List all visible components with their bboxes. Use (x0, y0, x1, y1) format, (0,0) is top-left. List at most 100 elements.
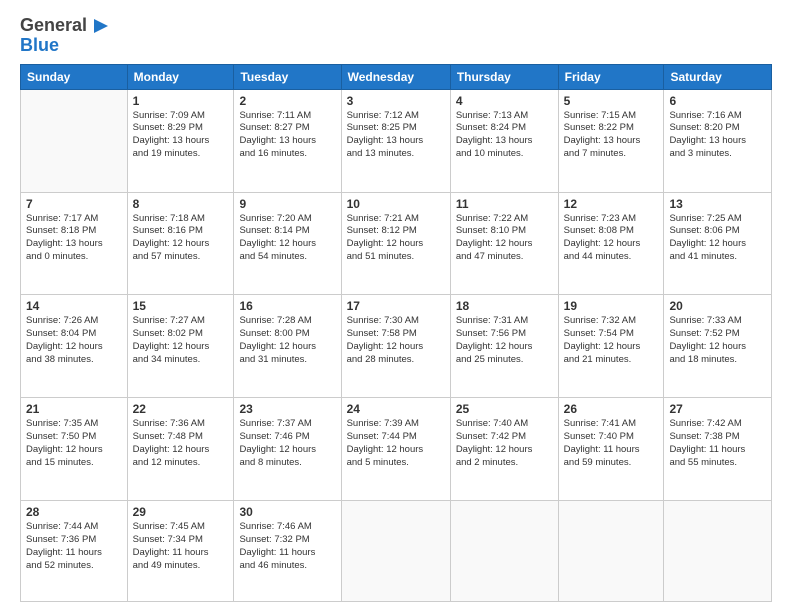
day-number: 3 (347, 94, 445, 108)
day-info: Sunrise: 7:42 AM Sunset: 7:38 PM Dayligh… (669, 418, 766, 469)
day-number: 17 (347, 299, 445, 313)
day-number: 20 (669, 299, 766, 313)
day-info: Sunrise: 7:46 AM Sunset: 7:32 PM Dayligh… (239, 521, 335, 572)
header-monday: Monday (127, 64, 234, 89)
table-row: 16 Sunrise: 7:28 AM Sunset: 8:00 PM Dayli… (234, 295, 341, 398)
day-number: 12 (564, 197, 659, 211)
day-number: 28 (26, 505, 122, 519)
day-number: 7 (26, 197, 122, 211)
table-row: 9 Sunrise: 7:20 AM Sunset: 8:14 PM Daylig… (234, 192, 341, 295)
day-info: Sunrise: 7:33 AM Sunset: 7:52 PM Dayligh… (669, 315, 766, 366)
day-number: 26 (564, 402, 659, 416)
day-number: 19 (564, 299, 659, 313)
day-info: Sunrise: 7:23 AM Sunset: 8:08 PM Dayligh… (564, 213, 659, 264)
table-row: 3 Sunrise: 7:12 AM Sunset: 8:25 PM Daylig… (341, 89, 450, 192)
day-info: Sunrise: 7:35 AM Sunset: 7:50 PM Dayligh… (26, 418, 122, 469)
header-wednesday: Wednesday (341, 64, 450, 89)
day-number: 2 (239, 94, 335, 108)
table-row (450, 501, 558, 602)
day-number: 24 (347, 402, 445, 416)
table-row: 26 Sunrise: 7:41 AM Sunset: 7:40 PM Dayli… (558, 398, 664, 501)
day-number: 1 (133, 94, 229, 108)
table-row: 5Sunrise: 7:15 AM Sunset: 8:22 PM Daylig… (558, 89, 664, 192)
header-friday: Friday (558, 64, 664, 89)
table-row: 22Sunrise: 7:36 AM Sunset: 7:48 PM Dayli… (127, 398, 234, 501)
day-number: 16 (239, 299, 335, 313)
day-info: Sunrise: 7:12 AM Sunset: 8:25 PM Dayligh… (347, 110, 445, 161)
day-number: 15 (133, 299, 229, 313)
table-row: 29 Sunrise: 7:45 AM Sunset: 7:34 PM Dayli… (127, 501, 234, 602)
calendar-week-row: 1 Sunrise: 7:09 AM Sunset: 8:29 PM Daylig… (21, 89, 772, 192)
day-info: Sunrise: 7:22 AM Sunset: 8:10 PM Dayligh… (456, 213, 553, 264)
day-number: 14 (26, 299, 122, 313)
day-info: Sunrise: 7:45 AM Sunset: 7:34 PM Dayligh… (133, 521, 229, 572)
header-tuesday: Tuesday (234, 64, 341, 89)
table-row: 8 Sunrise: 7:18 AM Sunset: 8:16 PM Daylig… (127, 192, 234, 295)
table-row (664, 501, 772, 602)
table-row: 20 Sunrise: 7:33 AM Sunset: 7:52 PM Dayli… (664, 295, 772, 398)
day-info: Sunrise: 7:13 AM Sunset: 8:24 PM Dayligh… (456, 110, 553, 161)
calendar-table: Sunday Monday Tuesday Wednesday Thursday… (20, 64, 772, 602)
logo-top: General (20, 16, 110, 36)
table-row: 18Sunrise: 7:31 AM Sunset: 7:56 PM Dayli… (450, 295, 558, 398)
table-row: 10Sunrise: 7:21 AM Sunset: 8:12 PM Dayli… (341, 192, 450, 295)
table-row: 12 Sunrise: 7:23 AM Sunset: 8:08 PM Dayli… (558, 192, 664, 295)
table-row (341, 501, 450, 602)
day-info: Sunrise: 7:21 AM Sunset: 8:12 PM Dayligh… (347, 213, 445, 264)
header-thursday: Thursday (450, 64, 558, 89)
calendar-week-row: 21 Sunrise: 7:35 AM Sunset: 7:50 PM Dayli… (21, 398, 772, 501)
table-row: 6 Sunrise: 7:16 AM Sunset: 8:20 PM Daylig… (664, 89, 772, 192)
day-info: Sunrise: 7:11 AM Sunset: 8:27 PM Dayligh… (239, 110, 335, 161)
day-number: 6 (669, 94, 766, 108)
day-number: 30 (239, 505, 335, 519)
table-row (558, 501, 664, 602)
day-info: Sunrise: 7:17 AM Sunset: 8:18 PM Dayligh… (26, 213, 122, 264)
day-info: Sunrise: 7:37 AM Sunset: 7:46 PM Dayligh… (239, 418, 335, 469)
table-row: 4 Sunrise: 7:13 AM Sunset: 8:24 PM Daylig… (450, 89, 558, 192)
day-number: 29 (133, 505, 229, 519)
day-number: 27 (669, 402, 766, 416)
table-row: 23 Sunrise: 7:37 AM Sunset: 7:46 PM Dayli… (234, 398, 341, 501)
table-row: 30 Sunrise: 7:46 AM Sunset: 7:32 PM Dayli… (234, 501, 341, 602)
day-info: Sunrise: 7:26 AM Sunset: 8:04 PM Dayligh… (26, 315, 122, 366)
table-row: 19Sunrise: 7:32 AM Sunset: 7:54 PM Dayli… (558, 295, 664, 398)
day-number: 9 (239, 197, 335, 211)
table-row: 21 Sunrise: 7:35 AM Sunset: 7:50 PM Dayli… (21, 398, 128, 501)
day-info: Sunrise: 7:18 AM Sunset: 8:16 PM Dayligh… (133, 213, 229, 264)
header: General Blue (20, 16, 772, 56)
logo-block: General Blue (20, 16, 110, 56)
table-row: 24 Sunrise: 7:39 AM Sunset: 7:44 PM Dayli… (341, 398, 450, 501)
table-row (21, 89, 128, 192)
table-row: 25 Sunrise: 7:40 AM Sunset: 7:42 PM Dayli… (450, 398, 558, 501)
logo: General Blue (20, 16, 110, 56)
table-row: 15Sunrise: 7:27 AM Sunset: 8:02 PM Dayli… (127, 295, 234, 398)
day-number: 11 (456, 197, 553, 211)
table-row: 28 Sunrise: 7:44 AM Sunset: 7:36 PM Dayli… (21, 501, 128, 602)
day-info: Sunrise: 7:36 AM Sunset: 7:48 PM Dayligh… (133, 418, 229, 469)
logo-flag-icon (94, 19, 110, 33)
day-info: Sunrise: 7:40 AM Sunset: 7:42 PM Dayligh… (456, 418, 553, 469)
day-info: Sunrise: 7:16 AM Sunset: 8:20 PM Dayligh… (669, 110, 766, 161)
page: General Blue Sunday Monday Tuesday Wedne… (0, 0, 792, 612)
day-info: Sunrise: 7:44 AM Sunset: 7:36 PM Dayligh… (26, 521, 122, 572)
day-number: 21 (26, 402, 122, 416)
table-row: 1 Sunrise: 7:09 AM Sunset: 8:29 PM Daylig… (127, 89, 234, 192)
header-sunday: Sunday (21, 64, 128, 89)
day-number: 25 (456, 402, 553, 416)
day-info: Sunrise: 7:28 AM Sunset: 8:00 PM Dayligh… (239, 315, 335, 366)
day-number: 8 (133, 197, 229, 211)
table-row: 2 Sunrise: 7:11 AM Sunset: 8:27 PM Daylig… (234, 89, 341, 192)
day-number: 4 (456, 94, 553, 108)
day-number: 23 (239, 402, 335, 416)
day-info: Sunrise: 7:39 AM Sunset: 7:44 PM Dayligh… (347, 418, 445, 469)
day-info: Sunrise: 7:41 AM Sunset: 7:40 PM Dayligh… (564, 418, 659, 469)
table-row: 7 Sunrise: 7:17 AM Sunset: 8:18 PM Daylig… (21, 192, 128, 295)
day-info: Sunrise: 7:25 AM Sunset: 8:06 PM Dayligh… (669, 213, 766, 264)
calendar-header-row: Sunday Monday Tuesday Wednesday Thursday… (21, 64, 772, 89)
day-number: 5 (564, 94, 659, 108)
day-info: Sunrise: 7:09 AM Sunset: 8:29 PM Dayligh… (133, 110, 229, 161)
day-info: Sunrise: 7:20 AM Sunset: 8:14 PM Dayligh… (239, 213, 335, 264)
table-row: 13Sunrise: 7:25 AM Sunset: 8:06 PM Dayli… (664, 192, 772, 295)
table-row: 11 Sunrise: 7:22 AM Sunset: 8:10 PM Dayli… (450, 192, 558, 295)
table-row: 17Sunrise: 7:30 AM Sunset: 7:58 PM Dayli… (341, 295, 450, 398)
